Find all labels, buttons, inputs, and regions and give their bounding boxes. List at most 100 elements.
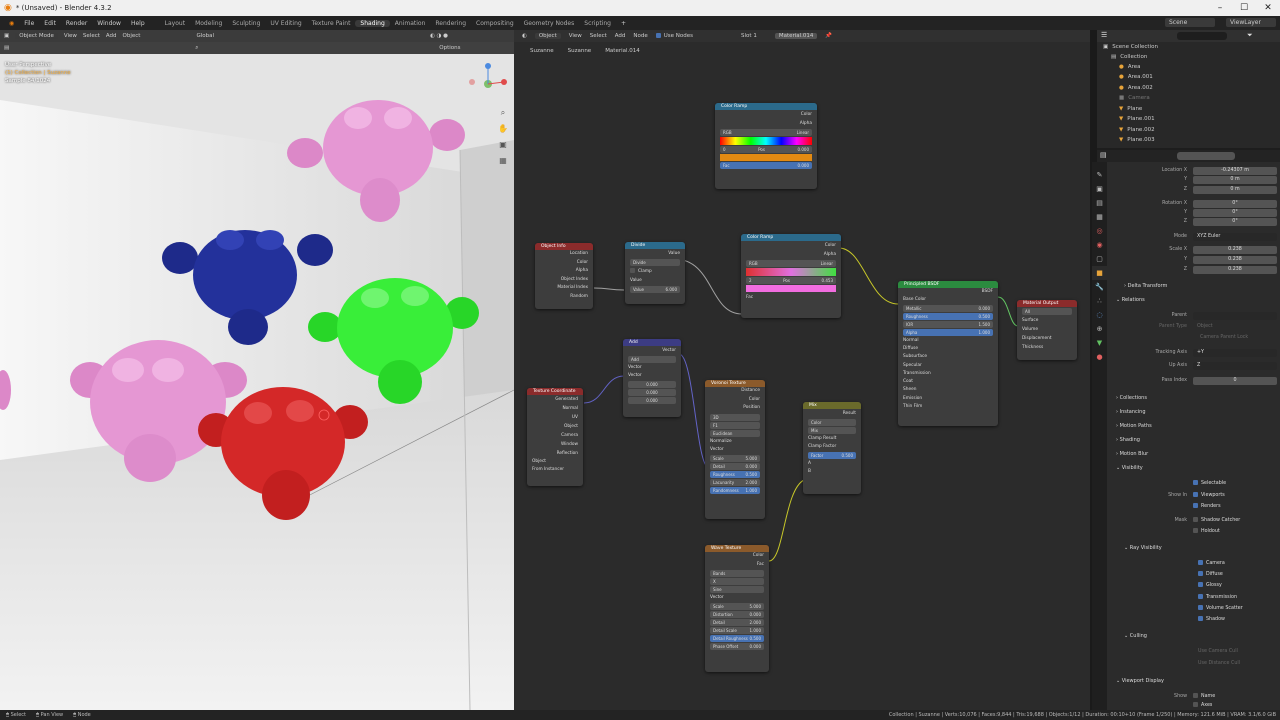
outliner[interactable]: ▣ Scene Collection ▤ Collection ● Area ● Are… <box>1097 42 1280 148</box>
outliner-item[interactable]: ● Area <box>1097 62 1280 73</box>
data-type-dropdown[interactable]: Color <box>808 419 856 426</box>
motion-blur-panel[interactable]: › Motion Blur <box>1116 450 1148 459</box>
ramp-mode-dropdown[interactable]: RGB Linear <box>746 260 836 267</box>
panel-specular[interactable]: Specular <box>898 362 998 370</box>
visibility-panel[interactable]: ⌄ Visibility <box>1116 464 1143 473</box>
panel-sheen[interactable]: Sheen <box>898 386 998 394</box>
vector-operation-dropdown[interactable]: Add <box>628 356 676 363</box>
viewport-display-panel[interactable]: ⌄ Viewport Display <box>1116 677 1164 686</box>
particles-tab-icon[interactable]: ∴ <box>1092 294 1107 308</box>
blender-menu-icon[interactable]: ◉ <box>4 20 19 27</box>
tab-compositing[interactable]: Compositing <box>471 20 519 27</box>
from-instancer-checkbox[interactable]: From Instancer <box>527 466 583 474</box>
shading-panel[interactable]: › Shading <box>1116 436 1140 445</box>
motion-paths-panel[interactable]: › Motion Paths <box>1116 422 1152 431</box>
node-material-output[interactable]: Material Output All Surface Volume Displ… <box>1017 300 1077 360</box>
tab-layout[interactable]: Layout <box>160 20 190 27</box>
phase-offset-field[interactable]: Phase Offset 0.000 <box>710 643 764 650</box>
scale-z-field[interactable]: 0.238 <box>1193 266 1277 274</box>
close-window-button[interactable]: ✕ <box>1256 0 1280 16</box>
profile-dropdown[interactable]: Sine <box>710 586 764 593</box>
node-wave-texture[interactable]: Wave Texture Color Fac Bands X Sine Vect… <box>705 545 769 672</box>
view-layer-selector[interactable]: ViewLayer <box>1226 18 1276 27</box>
delta-transform-panel[interactable]: › Delta Transform <box>1124 282 1167 291</box>
node-object-info[interactable]: Object Info Location Color Alpha Object … <box>535 243 593 309</box>
scale-field[interactable]: Scale 5.000 <box>710 454 760 462</box>
output-tab-icon[interactable]: ▤ <box>1092 196 1107 210</box>
scale-x-field[interactable]: 0.238 <box>1193 246 1277 254</box>
collection-tab-icon[interactable]: ▢ <box>1092 252 1107 266</box>
transform-orientation[interactable]: Global <box>196 33 214 39</box>
tab-sculpting[interactable]: Sculpting <box>227 20 265 27</box>
add-workspace-icon[interactable]: + <box>616 20 631 27</box>
metallic-field[interactable]: Metallic 0.000 <box>903 305 993 312</box>
node-menu-node[interactable]: Node <box>633 33 647 39</box>
feature-dropdown[interactable]: F1 <box>710 421 760 429</box>
rotation-z-field[interactable]: 0° <box>1193 218 1277 226</box>
math-operation-dropdown[interactable]: Divide <box>630 259 680 266</box>
tab-texture-paint[interactable]: Texture Paint <box>307 20 356 27</box>
maximize-button[interactable]: ☐ <box>1232 0 1256 16</box>
menu-edit[interactable]: Edit <box>39 20 61 27</box>
node-editor-type-icon[interactable]: ◐ <box>522 33 527 39</box>
pan-hand-icon[interactable]: ✋ <box>498 121 508 137</box>
relations-panel[interactable]: ⌄ Relations <box>1116 296 1145 305</box>
shadow-catcher-checkbox[interactable]: Shadow Catcher <box>1193 517 1240 525</box>
show-name-checkbox[interactable]: Name <box>1193 693 1215 701</box>
detail-roughness-field[interactable]: Detail Roughness 0.500 <box>710 635 764 642</box>
up-axis-selector[interactable]: Z <box>1193 362 1277 370</box>
wave-type-dropdown[interactable]: Bands <box>710 570 764 577</box>
vector-x-field[interactable]: 0.000 <box>628 381 676 388</box>
show-axes-checkbox[interactable]: Axes <box>1193 702 1212 708</box>
material-tab-icon[interactable]: ● <box>1092 350 1107 364</box>
roughness-field[interactable]: Roughness 0.500 <box>710 470 760 478</box>
culling-panel[interactable]: ⌄ Culling <box>1124 632 1147 641</box>
outliner-item[interactable]: ▼ Plane.002 <box>1097 125 1280 136</box>
randomness-field[interactable]: Randomness 1.000 <box>710 486 760 494</box>
filter-icon[interactable]: ⏷ <box>1247 31 1253 40</box>
outliner-item[interactable]: ● Area.001 <box>1097 72 1280 83</box>
factor-field[interactable]: Factor 0.500 <box>808 452 856 459</box>
tab-geometry-nodes[interactable]: Geometry Nodes <box>519 20 580 27</box>
ramp-mode-dropdown[interactable]: RGB Linear <box>720 129 812 136</box>
modifier-tab-icon[interactable]: 🔧 <box>1092 280 1107 294</box>
stop-color-swatch[interactable] <box>746 285 836 292</box>
ramp-pos-field[interactable]: 2 Pos 0.453 <box>746 277 836 284</box>
3d-viewport[interactable] <box>0 30 514 710</box>
constraints-tab-icon[interactable]: ⊕ <box>1092 322 1107 336</box>
ray-volume-scatter-checkbox[interactable]: Volume Scatter <box>1198 605 1243 613</box>
options-dropdown[interactable]: Options <box>439 45 460 51</box>
viewport-menu-select[interactable]: Select <box>83 33 100 39</box>
camera-view-icon[interactable]: ▣ <box>498 137 508 153</box>
fac-field[interactable]: Fac 0.000 <box>720 162 812 169</box>
clamp-result-checkbox[interactable]: Clamp Result <box>803 435 861 443</box>
pass-index-field[interactable]: 0 <box>1193 377 1277 385</box>
tab-animation[interactable]: Animation <box>390 20 431 27</box>
metric-dropdown[interactable]: Euclidean <box>710 429 760 437</box>
node-menu-add[interactable]: Add <box>615 33 626 39</box>
scene-tab-icon[interactable]: ◎ <box>1092 224 1107 238</box>
editor-type-icon[interactable]: ▣ <box>4 33 9 39</box>
data-tab-icon[interactable]: ▼ <box>1092 336 1107 350</box>
stop-color-swatch[interactable] <box>720 154 812 161</box>
zoom-icon[interactable]: ⌕ <box>498 105 508 121</box>
ray-glossy-checkbox[interactable]: Glossy <box>1198 582 1222 590</box>
clamp-factor-checkbox[interactable]: Clamp Factor <box>803 443 861 451</box>
ray-visibility-panel[interactable]: ⌄ Ray Visibility <box>1124 544 1162 553</box>
pin-icon[interactable]: 📌 <box>825 33 832 39</box>
vector-y-field[interactable]: 0.000 <box>628 389 676 396</box>
rotation-mode-dropdown[interactable]: XYZ Euler <box>1193 233 1277 241</box>
alpha-field[interactable]: Alpha 1.000 <box>903 329 993 336</box>
node-color-ramp-1[interactable]: Color Ramp Color Alpha RGB Linear 0 Pos 0.0… <box>715 103 817 189</box>
viewports-checkbox[interactable]: Viewports <box>1193 492 1225 500</box>
panel-emission[interactable]: Emission <box>898 395 998 403</box>
menu-help[interactable]: Help <box>126 20 150 27</box>
detail-field[interactable]: Detail 0.000 <box>710 462 760 470</box>
ray-diffuse-checkbox[interactable]: Diffuse <box>1198 571 1223 579</box>
tool-tab-icon[interactable]: ✎ <box>1092 168 1107 182</box>
perspective-grid-icon[interactable]: ▦ <box>498 153 508 169</box>
tab-modeling[interactable]: Modeling <box>190 20 227 27</box>
normalize-checkbox[interactable]: Normalize <box>705 438 765 446</box>
render-tab-icon[interactable]: ▣ <box>1092 182 1107 196</box>
lacunarity-field[interactable]: Lacunarity 2.000 <box>710 478 760 486</box>
